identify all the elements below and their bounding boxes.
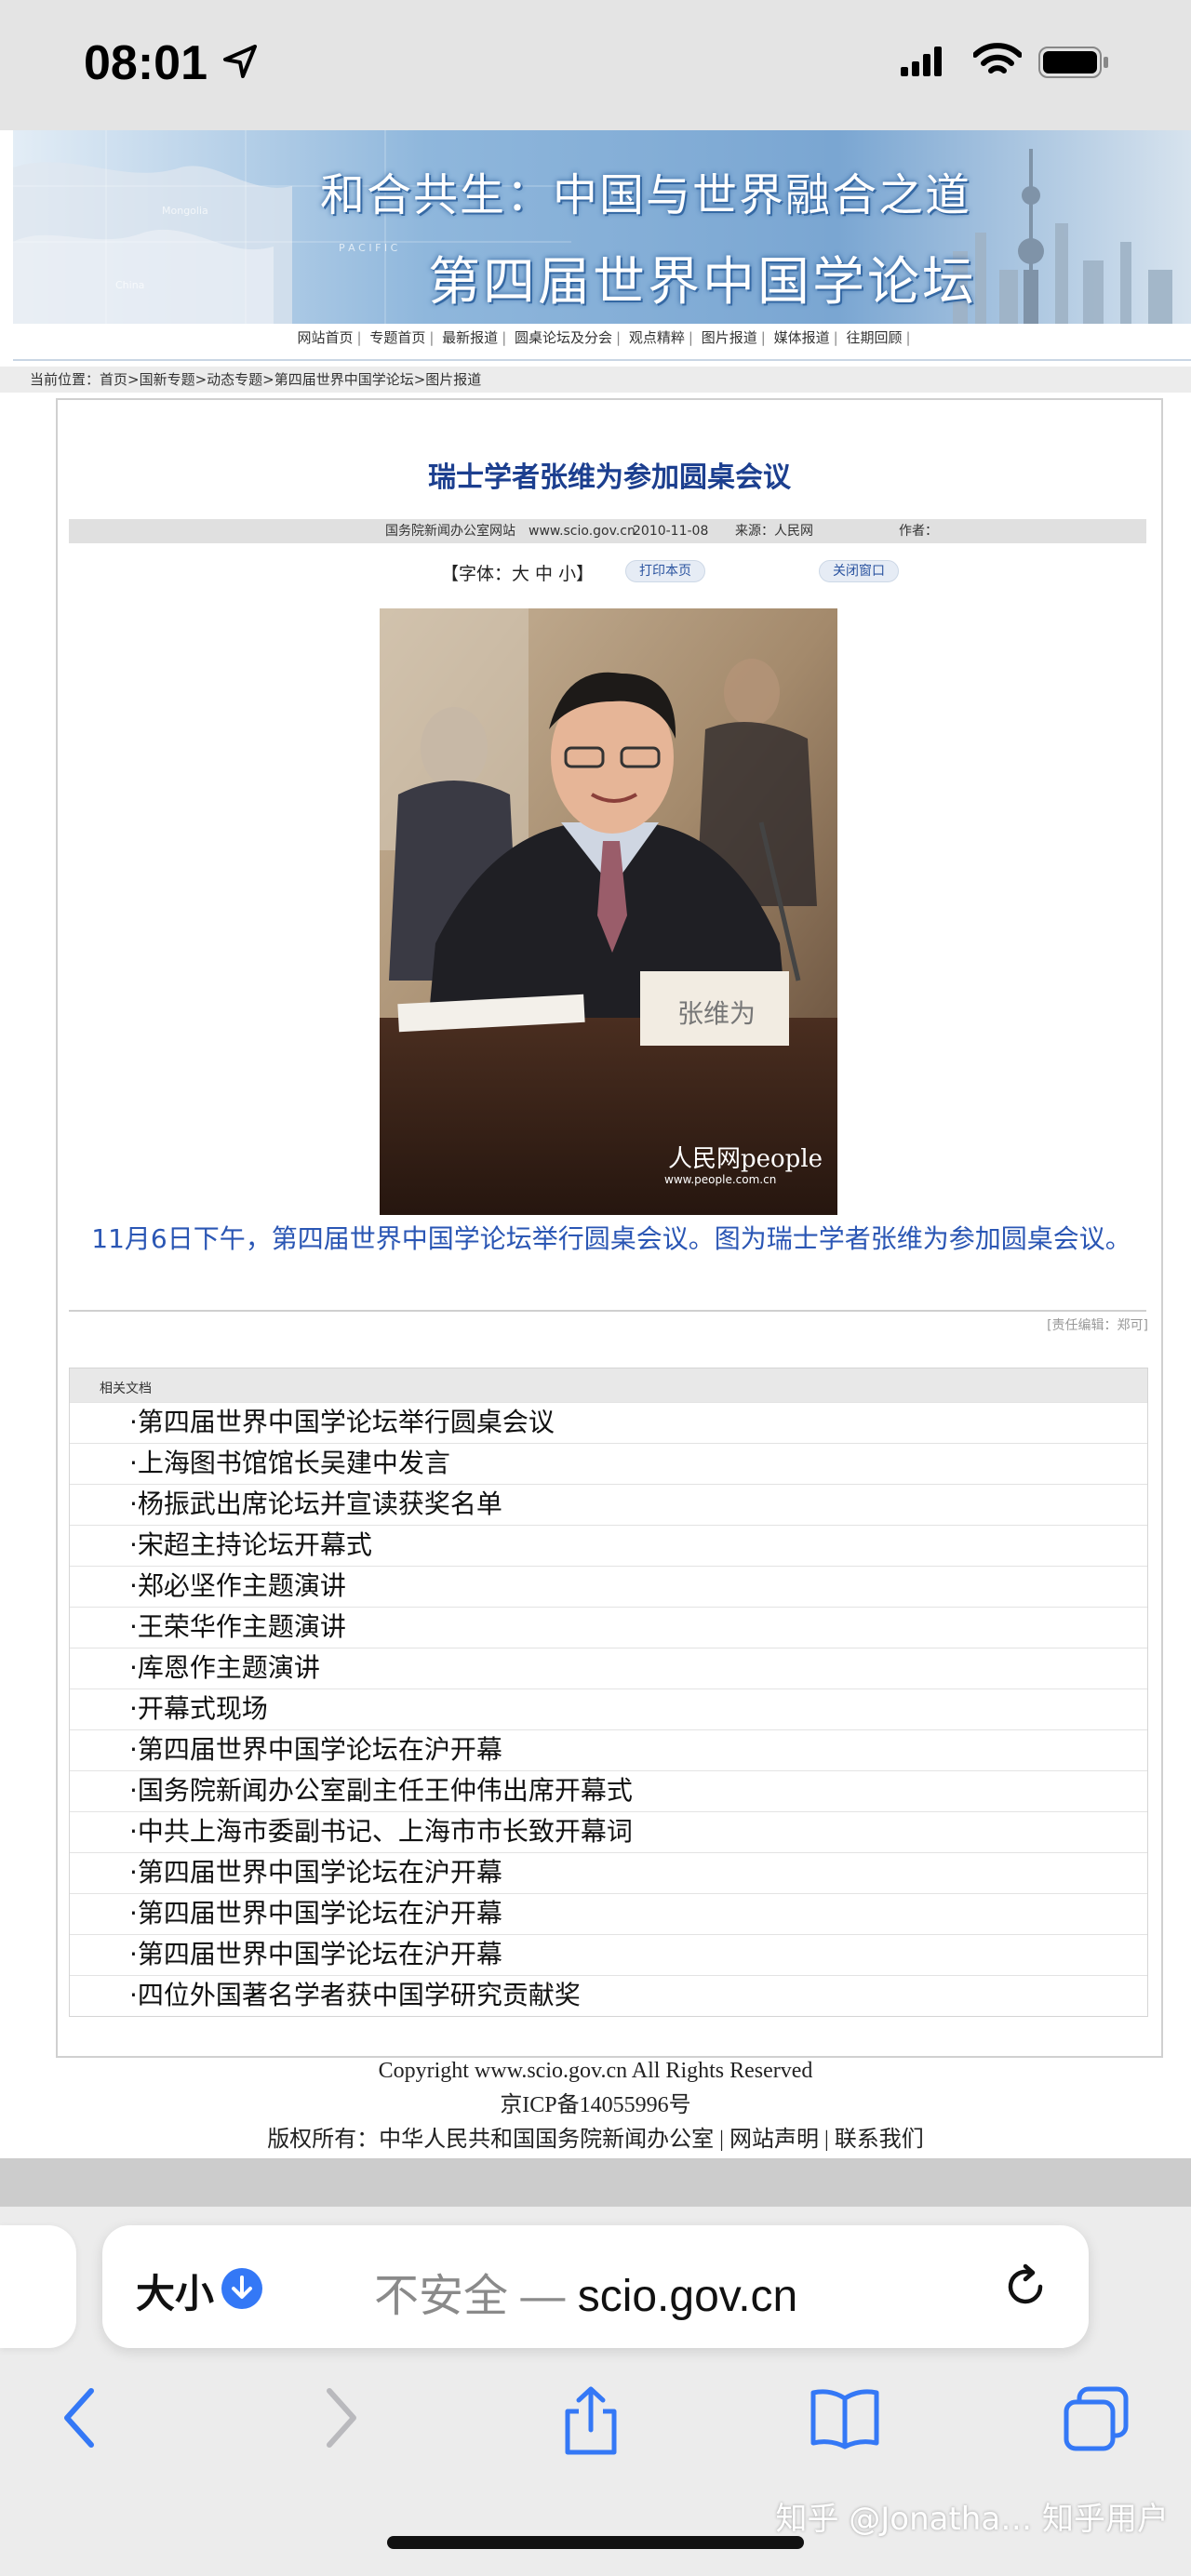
meta-source: 来源：人民网 (735, 524, 813, 539)
banner-subtitle: 第四届世界中国学论坛 (428, 252, 977, 313)
clock: 08:01 (84, 36, 207, 90)
responsible-editor: [责任编辑：郑可] (1047, 1318, 1148, 1333)
article-photo: 张维为 人民网people www.people.com.cn (380, 608, 837, 1215)
related-item[interactable]: ·第四届世界中国学论坛在沪开幕 (70, 1852, 1147, 1893)
related-item[interactable]: ·上海图书馆馆长吴建中发言 (70, 1443, 1147, 1484)
breadcrumb: 当前位置：首页>国新专题>动态专题>第四届世界中国学论坛>图片报道 (0, 367, 1191, 393)
related-item[interactable]: ·第四届世界中国学论坛在沪开幕 (70, 1893, 1147, 1934)
related-item[interactable]: ·郑必坚作主题演讲 (70, 1566, 1147, 1607)
related-item[interactable]: ·中共上海市委副书记、上海市市长致开幕词 (70, 1811, 1147, 1852)
article-container: 瑞士学者张维为参加圆桌会议 国务院新闻办公室网站 www.scio.gov.cn… (56, 398, 1163, 2058)
related-documents: 相关文档 ·第四届世界中国学论坛举行圆桌会议 ·上海图书馆馆长吴建中发言 ·杨振… (69, 1368, 1148, 2017)
font-size-selector[interactable]: 【字体：大 中 小】 (441, 560, 594, 585)
meta-author: 作者： (899, 524, 938, 539)
related-item[interactable]: ·四位外国著名学者获中国学研究贡献奖 (70, 1975, 1147, 2016)
url-domain: scio.gov.cn (577, 2272, 798, 2321)
share-icon[interactable] (558, 2385, 623, 2456)
nav-link-latest[interactable]: 最新报道 (438, 329, 502, 346)
related-heading: 相关文档 (70, 1368, 1147, 1402)
nav-link-topic-home[interactable]: 专题首页 (366, 329, 429, 346)
related-item[interactable]: ·第四届世界中国学论坛在沪开幕 (70, 1934, 1147, 1975)
previous-tab-preview[interactable] (0, 2225, 76, 2348)
related-item[interactable]: ·杨振武出席论坛并宣读获奖名单 (70, 1484, 1147, 1525)
home-indicator (387, 2536, 804, 2549)
address-bar[interactable]: 大小 不安全 — scio.gov.cn (102, 2225, 1089, 2348)
nameplate-text: 张维为 (677, 998, 756, 1029)
related-item[interactable]: ·第四届世界中国学论坛在沪开幕 (70, 1729, 1147, 1770)
reload-icon[interactable] (1001, 2262, 1050, 2311)
download-icon[interactable] (220, 2266, 264, 2311)
location-arrow-icon (223, 45, 257, 78)
related-item[interactable]: ·第四届世界中国学论坛举行圆桌会议 (70, 1402, 1147, 1443)
nav-link-archive[interactable]: 往期回顾 (842, 329, 905, 346)
related-item[interactable]: ·王荣华作主题演讲 (70, 1607, 1147, 1648)
page-footer: Copyright www.scio.gov.cn All Rights Res… (0, 2054, 1191, 2157)
bookmarks-icon[interactable] (808, 2385, 882, 2450)
close-window-button[interactable]: 关闭窗口 (819, 560, 899, 582)
footer-icp[interactable]: 京ICP备14055996号 (0, 2089, 1191, 2123)
tabs-icon[interactable] (1063, 2385, 1130, 2452)
svg-text:P A C I F I C: P A C I F I C (339, 242, 398, 254)
svg-text:Mongolia: Mongolia (162, 205, 208, 217)
photo-watermark-logo: 人民网people (668, 1145, 823, 1173)
photo-caption: 11月6日下午，第四届世界中国学论坛举行圆桌会议。图为瑞士学者张维为参加圆桌会议… (91, 1223, 1131, 1254)
related-item[interactable]: ·国务院新闻办公室副主任王仲伟出席开幕式 (70, 1770, 1147, 1811)
nav-link-media[interactable]: 媒体报道 (770, 329, 834, 346)
nav-link-home[interactable]: 网站首页 (293, 329, 356, 346)
nav-link-photos[interactable]: 图片报道 (698, 329, 761, 346)
page-bottom-strip (0, 2158, 1191, 2207)
nav-link-views[interactable]: 观点精粹 (625, 329, 689, 346)
ios-status-bar: 08:01 (0, 0, 1191, 130)
cellular-signal-icon (901, 47, 942, 76)
article-meta-bar: 国务院新闻办公室网站 www.scio.gov.cn 2010-11-08 来源… (69, 519, 1146, 543)
meta-date: 2010-11-08 (633, 524, 709, 539)
text-size-button[interactable]: 大小 (136, 2262, 214, 2319)
print-button[interactable]: 打印本页 (625, 560, 705, 582)
footer-copyright: Copyright www.scio.gov.cn All Rights Res… (378, 2059, 813, 2083)
related-item[interactable]: ·宋超主持论坛开幕式 (70, 1525, 1147, 1566)
back-chevron-icon[interactable] (60, 2385, 100, 2450)
svg-text:China: China (115, 279, 144, 291)
wifi-icon (973, 43, 1022, 73)
divider (69, 1310, 1146, 1312)
site-nav: 网站首页 | 专题首页 | 最新报道 | 圆桌论坛及分会 | 观点精粹 | 图片报道 | 媒… (13, 327, 1191, 361)
forward-chevron-icon[interactable] (320, 2385, 361, 2450)
photo-watermark-url: www.people.com.cn (664, 1173, 776, 1186)
url-display[interactable]: 不安全 — scio.gov.cn (374, 2259, 797, 2324)
related-item[interactable]: ·开幕式现场 (70, 1688, 1147, 1729)
zhihu-watermark: 知乎 @Jonatha… 知乎用户 (775, 2501, 1169, 2538)
footer-owner-links[interactable]: 版权所有：中华人民共和国国务院新闻办公室 | 网站声明 | 联系我们 (0, 2123, 1191, 2157)
article-title: 瑞士学者张维为参加圆桌会议 (428, 461, 791, 494)
nav-link-roundtable[interactable]: 圆桌论坛及分会 (511, 329, 616, 346)
not-secure-label: 不安全 — (374, 2272, 578, 2321)
site-banner: Mongolia China P A C I F I C 和合共生：中国与世界融… (13, 130, 1191, 324)
banner-title: 和合共生：中国与世界融合之道 (320, 169, 972, 221)
breadcrumb-text[interactable]: 当前位置：首页>国新专题>动态专题>第四届世界中国学论坛>图片报道 (0, 367, 1191, 393)
related-item[interactable]: ·库恩作主题演讲 (70, 1648, 1147, 1688)
meta-source-site: 国务院新闻办公室网站 www.scio.gov.cn (385, 524, 636, 539)
battery-icon (1038, 47, 1108, 78)
text-size-label: 大小 (136, 2271, 215, 2316)
